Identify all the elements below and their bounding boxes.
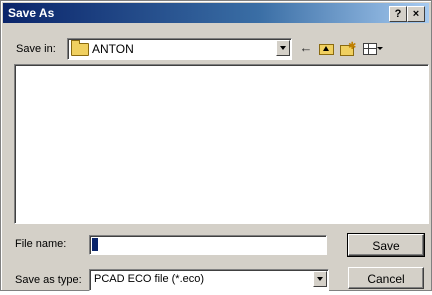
title-bar[interactable]: Save As ? × (3, 3, 429, 23)
close-icon[interactable]: × (407, 6, 425, 22)
save-as-type-value: PCAD ECO file (*.eco) (94, 273, 205, 285)
chevron-down-icon[interactable] (313, 271, 327, 287)
window-title: Save As (8, 6, 55, 20)
file-name-input[interactable] (89, 235, 327, 255)
back-arrow-icon[interactable]: ← (297, 39, 315, 57)
save-in-label: Save in: (16, 43, 56, 55)
save-as-dialog: Save As ? × Save in: ANTON ← ✱ File name… (0, 0, 432, 291)
file-name-label: File name: (15, 238, 67, 250)
save-as-type-dropdown[interactable]: PCAD ECO file (*.eco) (89, 269, 329, 291)
save-as-type-label: Save as type: (15, 274, 82, 286)
cancel-button[interactable]: Cancel (348, 267, 424, 289)
up-one-level-icon[interactable] (317, 39, 335, 57)
save-in-dropdown[interactable]: ANTON (67, 38, 292, 60)
chevron-down-icon[interactable] (276, 40, 290, 56)
save-in-value: ANTON (92, 42, 134, 56)
text-cursor (92, 238, 98, 251)
views-menu-icon[interactable] (361, 39, 383, 57)
file-list[interactable] (14, 64, 429, 224)
help-icon[interactable]: ? (389, 6, 407, 22)
folder-icon (71, 40, 89, 56)
new-folder-icon[interactable]: ✱ (338, 39, 356, 57)
save-button[interactable]: Save (347, 233, 425, 257)
